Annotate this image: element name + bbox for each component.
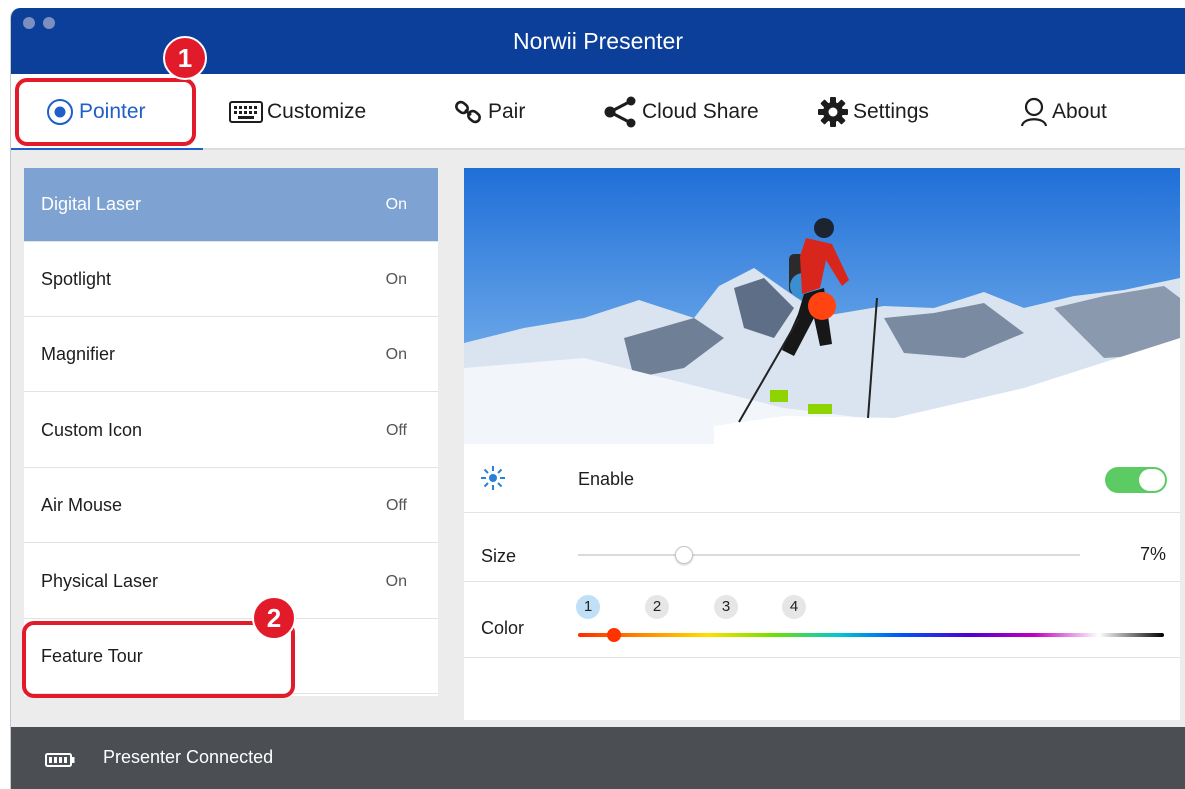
active-tab-indicator [11, 148, 203, 150]
tab-label: About [1052, 100, 1107, 123]
feature-list: Digital Laser On Spotlight On Magnifier … [24, 168, 438, 696]
tab-settings[interactable]: Settings [817, 74, 929, 150]
sidebar-item-status: On [385, 270, 407, 288]
size-row: Size 7% [464, 514, 1180, 582]
size-slider-track[interactable] [578, 554, 1080, 556]
callout-box-pointer [15, 78, 196, 146]
tab-label: Settings [853, 100, 929, 123]
battery-icon [45, 751, 75, 772]
callout-number-1: 1 [163, 36, 207, 80]
enable-label: Enable [578, 469, 635, 489]
tab-label: Cloud Share [642, 100, 759, 123]
keyboard-icon [229, 101, 263, 123]
color-option-4[interactable]: 4 [782, 595, 806, 619]
sidebar-item-label: Magnifier [41, 344, 116, 364]
tab-pair[interactable]: Pair [454, 74, 525, 150]
gear-icon [817, 96, 849, 128]
preview-image [464, 168, 1180, 444]
tab-label: Pair [488, 100, 526, 123]
sidebar-item-label: Spotlight [41, 269, 112, 289]
enable-toggle[interactable] [1105, 467, 1167, 493]
callout-number-2: 2 [252, 596, 296, 640]
sidebar-item-digital-laser[interactable]: Digital Laser On [24, 168, 438, 242]
sun-icon [480, 465, 506, 496]
enable-row: Enable [464, 445, 1180, 513]
sidebar-item-air-mouse[interactable]: Air Mouse Off [24, 469, 438, 543]
sidebar-item-status: Off [385, 421, 407, 439]
sidebar-item-status: On [385, 195, 407, 213]
color-label: Color [481, 618, 525, 638]
color-option-3[interactable]: 3 [714, 595, 738, 619]
callout-box-feature-tour [22, 621, 295, 698]
color-option-1[interactable]: 1 [576, 595, 600, 619]
person-icon [1020, 97, 1048, 127]
size-label: Size [481, 546, 517, 566]
size-slider-thumb[interactable] [675, 546, 693, 564]
sidebar-item-status: On [385, 345, 407, 363]
color-slider-thumb[interactable] [607, 628, 621, 642]
sidebar-item-label: Physical Laser [41, 571, 159, 591]
sidebar-item-custom-icon[interactable]: Custom Icon Off [24, 394, 438, 468]
sidebar-item-magnifier[interactable]: Magnifier On [24, 318, 438, 392]
tab-label: Customize [267, 100, 367, 123]
toggle-knob [1139, 469, 1165, 491]
sidebar-item-status: Off [385, 496, 407, 514]
tab-cloud-share[interactable]: Cloud Share [604, 74, 759, 150]
laser-dot [808, 292, 836, 320]
sidebar-item-label: Custom Icon [41, 420, 143, 440]
color-spectrum-slider[interactable] [578, 633, 1164, 637]
sidebar-item-label: Air Mouse [41, 495, 123, 515]
connection-status: Presenter Connected [103, 747, 274, 767]
link-icon [454, 97, 484, 127]
settings-panel: Enable Size 7% Color 1 2 3 4 [464, 168, 1180, 720]
sidebar-item-status: On [385, 572, 407, 590]
sidebar-item-spotlight[interactable]: Spotlight On [24, 243, 438, 317]
color-row: Color 1 2 3 4 [464, 583, 1180, 658]
sidebar-item-label: Digital Laser [41, 194, 142, 214]
tab-about[interactable]: About [1020, 74, 1107, 150]
status-bar: Presenter Connected [11, 727, 1185, 789]
size-value: 7% [1139, 544, 1166, 564]
sidebar-item-physical-laser[interactable]: Physical Laser On [24, 545, 438, 619]
color-option-2[interactable]: 2 [645, 595, 669, 619]
tab-customize[interactable]: Customize [229, 74, 366, 150]
share-icon [604, 96, 638, 128]
